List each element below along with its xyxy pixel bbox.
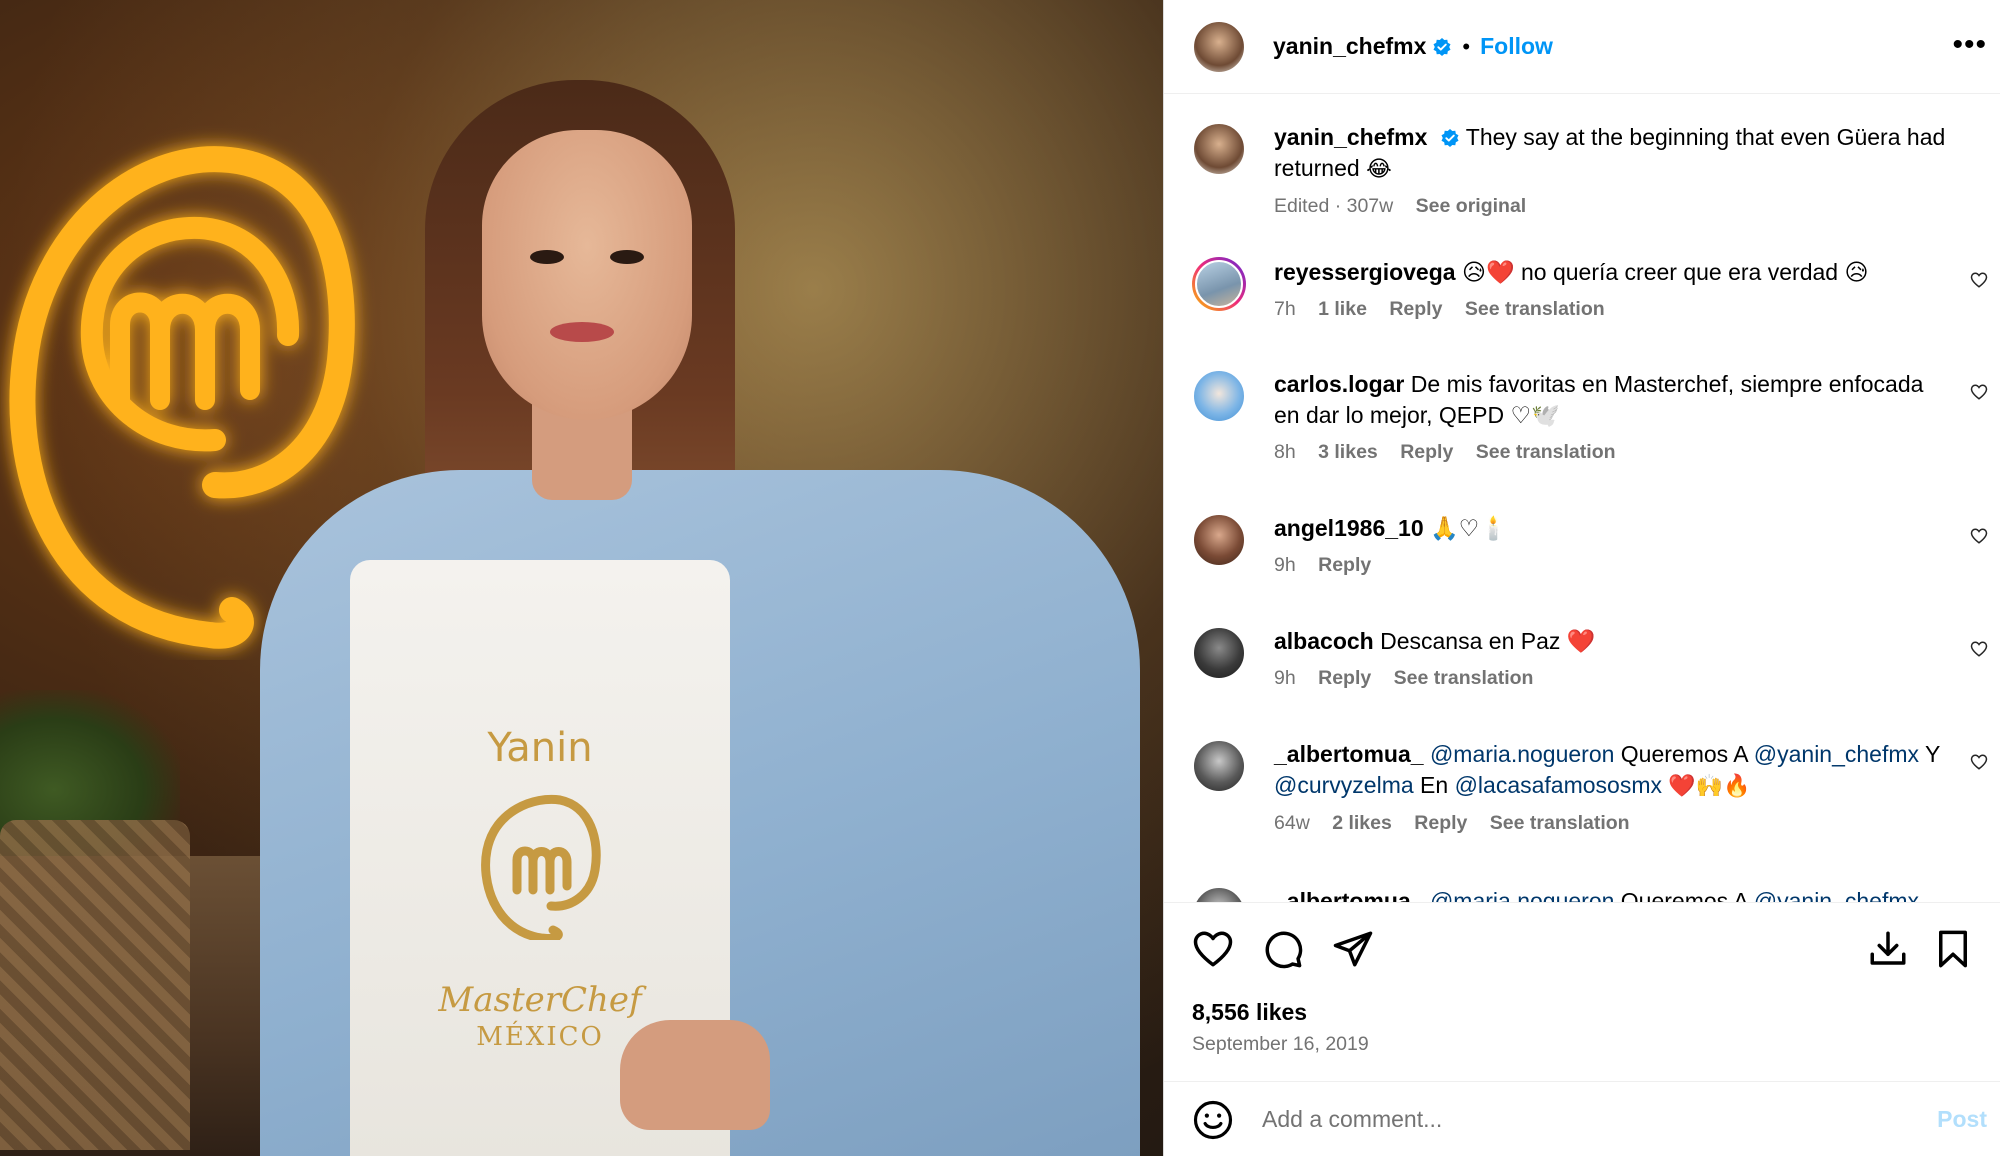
see-translation-link[interactable]: See translation [1476,441,1616,463]
caption-username[interactable]: yanin_chefmx [1274,124,1427,150]
reply-button[interactable]: Reply [1318,667,1371,689]
post-date[interactable]: September 16, 2019 [1192,1033,1369,1056]
caption: yanin_chefmx They say at the beginning t… [1192,122,1992,218]
comment-emoji: ❤️🙌🔥 [1668,774,1751,799]
reply-button[interactable]: Reply [1318,554,1371,576]
reply-button[interactable]: Reply [1389,298,1442,320]
left-eye [530,250,564,264]
comment-username[interactable]: carlos.logar [1274,371,1404,397]
commenter-avatar[interactable] [1192,739,1246,793]
mention-link[interactable]: @yanin_chefmx [1754,888,1919,902]
comment-username[interactable]: _albertomua_ [1274,888,1424,902]
face [482,130,692,420]
mention-link[interactable]: @lacasafamososmx [1455,772,1662,798]
caption-edited: Edited · 307w [1274,195,1394,217]
comment-like-heart-icon[interactable] [1970,640,1988,658]
comment-bubble-icon[interactable] [1262,928,1304,970]
comment-like-heart-icon[interactable] [1970,753,1988,771]
comment-likes-link[interactable]: 2 likes [1332,812,1392,834]
comment-username[interactable]: albacoch [1274,628,1374,654]
comment-like-heart-icon[interactable] [1970,271,1988,289]
reply-button[interactable]: Reply [1400,441,1453,463]
verified-badge-icon [1433,37,1451,56]
comment-username[interactable]: _albertomua_ [1274,741,1424,767]
more-options-icon[interactable]: ••• [1952,28,1987,62]
apron-logo [481,794,601,940]
comment-time: 8h [1274,441,1296,463]
commenter-avatar[interactable] [1192,513,1246,567]
see-translation-link[interactable]: See translation [1465,298,1605,320]
comment-item: carlos.logar De mis favoritas en Masterc… [1192,369,1992,464]
author-avatar[interactable] [1192,19,1246,74]
caption-avatar[interactable] [1192,122,1246,176]
comment-item: reyessergiovega 😥❤️ no quería creer que … [1192,257,1992,321]
see-original-link[interactable]: See original [1416,195,1527,217]
comment-time: 7h [1274,298,1296,320]
comment-likes-link[interactable]: 1 like [1318,298,1367,320]
right-eye [610,250,644,264]
comment-like-heart-icon[interactable] [1970,383,1988,401]
comment-item: _albertomua_ @maria.nogueron Queremos A … [1192,886,1992,902]
commenter-avatar[interactable] [1192,626,1246,680]
comment-text: Queremos A [1620,888,1748,902]
reply-button[interactable]: Reply [1414,812,1467,834]
commenter-avatar[interactable] [1192,886,1246,902]
emoji-picker-icon[interactable] [1192,1099,1234,1141]
comment-likes-link[interactable]: 3 likes [1318,441,1378,463]
comment-text: Y [1925,741,1940,767]
comment-composer: Post [1164,1081,2000,1156]
comment-like-heart-icon[interactable] [1970,527,1988,545]
follow-button[interactable]: Follow [1480,33,1553,60]
comments-list[interactable]: yanin_chefmx They say at the beginning t… [1164,94,2000,902]
comment-input[interactable] [1262,1106,1902,1133]
comment-text: Descansa en Paz ❤️ [1380,628,1596,654]
commenter-avatar[interactable] [1192,257,1246,311]
mention-link[interactable]: @curvyzelma [1274,772,1414,798]
post-comment-button[interactable]: Post [1937,1106,1987,1133]
author-username[interactable]: yanin_chefmx [1273,33,1426,60]
see-translation-link[interactable]: See translation [1394,667,1534,689]
verified-badge-icon [1441,129,1459,147]
comment-username[interactable]: reyessergiovega [1274,259,1456,285]
comment-item: angel1986_10 🙏♡🕯️ 9h Reply [1192,513,1992,577]
comment-text: 🙏♡🕯️ [1430,515,1508,541]
comment-time: 64w [1274,812,1310,834]
apron-name: Yanin [487,725,593,771]
comment-text: En [1420,772,1449,798]
mention-link[interactable]: @yanin_chefmx [1754,741,1919,767]
download-icon[interactable] [1867,928,1909,970]
post-header: yanin_chefmx • Follow ••• [1164,0,2000,94]
caption-emoji: 😂 [1366,157,1392,182]
comment-username[interactable]: angel1986_10 [1274,515,1424,541]
hand [620,1020,770,1130]
lips [550,322,614,342]
comment-time: 9h [1274,667,1296,689]
mention-link[interactable]: @maria.nogueron [1430,888,1614,902]
bread-basket [0,820,190,1150]
post-image: Yanin MasterChef MÉXICO [0,0,1163,1156]
save-bookmark-icon[interactable] [1932,928,1974,970]
comment-text: Queremos A [1620,741,1748,767]
separator-dot: • [1462,33,1471,59]
comment-item: albacoch Descansa en Paz ❤️ 9h Reply See… [1192,626,1992,690]
chef-portrait: Yanin MasterChef MÉXICO [250,60,1150,1156]
see-translation-link[interactable]: See translation [1490,812,1630,834]
like-count[interactable]: 8,556 likes [1192,999,1307,1026]
comment-item: _albertomua_ @maria.nogueron Queremos A … [1192,739,1992,835]
commenter-avatar[interactable] [1192,369,1246,423]
comment-time: 9h [1274,554,1296,576]
post-actions: 8,556 likes September 16, 2019 Post [1164,902,2000,1154]
comment-text: 😥❤️ no quería creer que era verdad 😥 [1461,259,1869,285]
post-side-panel: yanin_chefmx • Follow ••• yanin_chefmx T… [1163,0,2000,1156]
like-heart-icon[interactable] [1192,928,1234,970]
apron-brand: MasterChef [438,980,642,1020]
share-paper-plane-icon[interactable] [1332,928,1374,970]
mention-link[interactable]: @maria.nogueron [1430,741,1614,767]
